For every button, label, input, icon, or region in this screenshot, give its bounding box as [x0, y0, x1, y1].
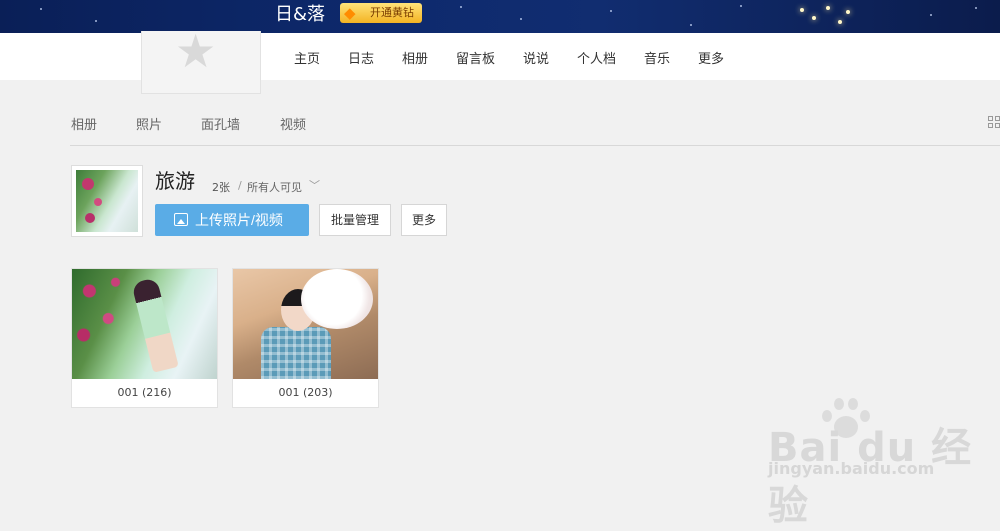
- tab-divider: [70, 145, 1000, 146]
- nav-item-music[interactable]: 音乐: [644, 48, 670, 67]
- site-name: 日&落: [275, 4, 326, 25]
- album-cover[interactable]: [71, 165, 143, 237]
- grid-view-icon[interactable]: [988, 116, 1000, 130]
- nav-item-blog[interactable]: 日志: [348, 48, 374, 67]
- chevron-down-icon[interactable]: ﹀: [309, 177, 320, 193]
- upload-image-icon: [174, 213, 188, 226]
- tab-videos[interactable]: 视频: [280, 114, 306, 133]
- nav-item-more[interactable]: 更多: [698, 48, 724, 67]
- nav-item-home[interactable]: 主页: [294, 48, 320, 67]
- upload-label: 上传照片/视频: [195, 212, 283, 228]
- photo-card[interactable]: 001 (203): [232, 268, 379, 408]
- tab-photos[interactable]: 照片: [136, 114, 162, 133]
- star-placeholder-icon: ★: [175, 24, 217, 78]
- album-cover-image: [76, 170, 138, 232]
- nav-item-album[interactable]: 相册: [402, 48, 428, 67]
- avatar[interactable]: ★: [141, 24, 261, 94]
- more-button[interactable]: 更多: [401, 204, 447, 236]
- tab-faces[interactable]: 面孔墙: [201, 114, 240, 133]
- watermark-url: jingyan.baidu.com: [768, 459, 935, 478]
- photo-caption: 001 (216): [117, 386, 172, 399]
- meta-separator: /: [238, 179, 242, 192]
- vip-open-button[interactable]: ◆ 开通黄钻: [340, 3, 422, 23]
- nav-item-profile[interactable]: 个人档: [577, 48, 616, 67]
- diamond-icon: ◆: [344, 4, 356, 22]
- visibility-selector[interactable]: 所有人可见: [247, 179, 302, 195]
- photo-count: 2张: [212, 181, 230, 194]
- photo-card[interactable]: 001 (216): [71, 268, 218, 408]
- nav-bar: ★ 主页 日志 相册 留言板 说说 个人档 音乐 更多: [0, 28, 1000, 94]
- batch-manage-button[interactable]: 批量管理: [319, 204, 391, 236]
- photo-caption: 001 (203): [278, 386, 333, 399]
- vip-label: 开通黄钻: [370, 6, 414, 19]
- tab-albums[interactable]: 相册: [71, 114, 97, 133]
- nav-item-moments[interactable]: 说说: [523, 48, 549, 67]
- album-title: 旅游: [155, 169, 195, 193]
- nav-item-guestbook[interactable]: 留言板: [456, 48, 495, 67]
- photo-thumbnail: [72, 269, 217, 379]
- top-banner: [0, 0, 1000, 33]
- upload-photo-video-button[interactable]: 上传照片/视频: [155, 204, 309, 236]
- photo-thumbnail: [233, 269, 378, 379]
